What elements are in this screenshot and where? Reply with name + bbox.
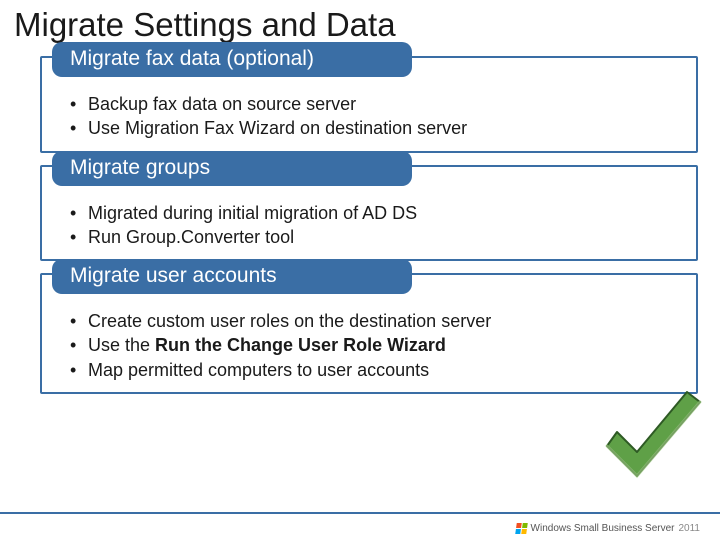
section: Migrate groupsMigrated during initial mi… (40, 165, 698, 262)
checkmark-icon (592, 384, 712, 504)
section: Migrate fax data (optional)Backup fax da… (40, 56, 698, 153)
page-title: Migrate Settings and Data (0, 0, 720, 44)
footer-brand: Windows Small Business Server 2011 (516, 523, 700, 534)
bullet-item: Create custom user roles on the destinat… (70, 309, 678, 333)
section-box: Migrate groupsMigrated during initial mi… (40, 165, 698, 262)
section-header: Migrate groups (52, 151, 412, 186)
section-header: Migrate fax data (optional) (52, 42, 412, 77)
section: Migrate user accountsCreate custom user … (40, 273, 698, 394)
brand-text: Windows Small Business Server (531, 523, 675, 534)
bullet-item: Migrated during initial migration of AD … (70, 201, 678, 225)
bullet-item: Backup fax data on source server (70, 92, 678, 116)
bullet-item: Use Migration Fax Wizard on destination … (70, 116, 678, 140)
section-header: Migrate user accounts (52, 259, 412, 294)
bullet-list: Backup fax data on source serverUse Migr… (70, 86, 678, 141)
section-box: Migrate user accountsCreate custom user … (40, 273, 698, 394)
brand-year: 2011 (678, 523, 700, 534)
bullet-list: Migrated during initial migration of AD … (70, 195, 678, 250)
bullet-list: Create custom user roles on the destinat… (70, 303, 678, 382)
footer-divider (0, 512, 720, 514)
sections-container: Migrate fax data (optional) Backup fax da… (0, 44, 720, 394)
bullet-item: Map permitted computers to user accounts (70, 358, 678, 382)
bullet-item: Run Group.Converter tool (70, 225, 678, 249)
windows-flag-icon (515, 523, 528, 534)
bullet-item: Use the Run the Change User Role Wizard (70, 333, 678, 357)
section-box: Migrate fax data (optional)Backup fax da… (40, 56, 698, 153)
